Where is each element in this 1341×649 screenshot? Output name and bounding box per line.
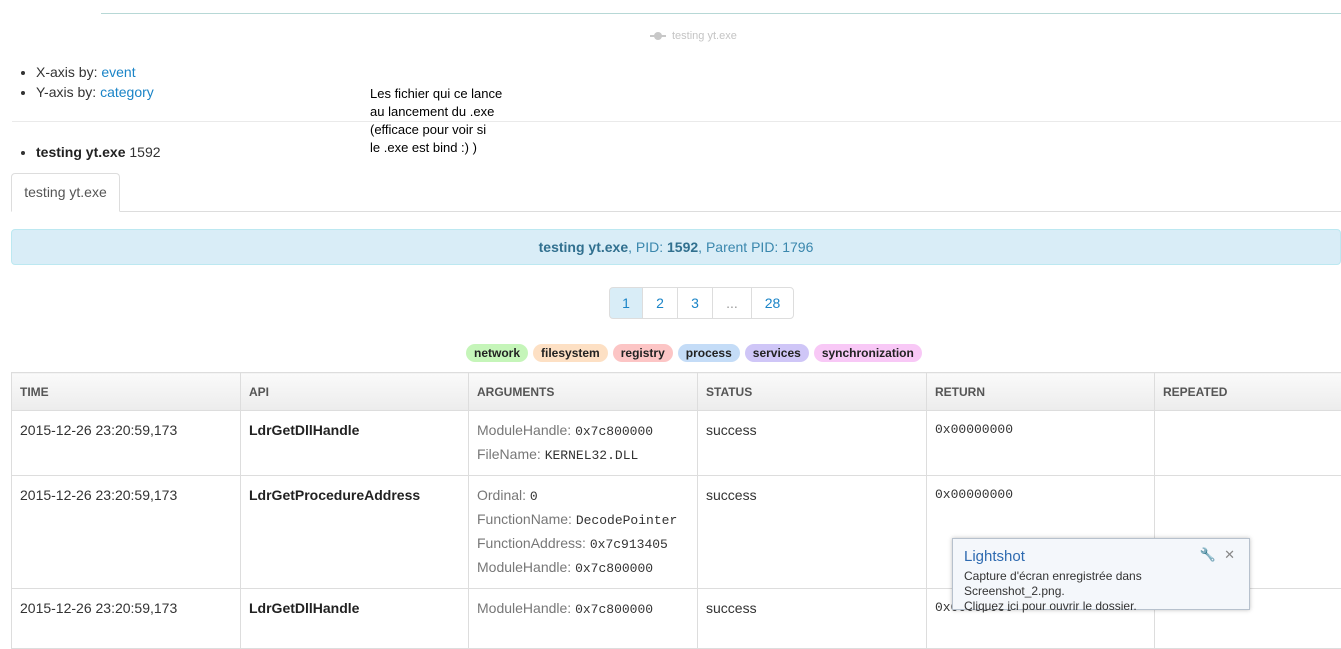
cell-api: LdrGetProcedureAddress xyxy=(241,476,469,589)
argument: FileName: KERNEL32.DLL xyxy=(477,443,689,467)
x-axis-option: X-axis by: event xyxy=(36,62,154,82)
note-line: le .exe est bind :) ) xyxy=(370,139,530,157)
cell-status: success xyxy=(698,476,927,589)
table-header-row: TIME API ARGUMENTS STATUS RETURN REPEATE… xyxy=(12,373,1341,411)
chart-top-border xyxy=(101,13,1341,14)
chart-legend[interactable]: testing yt.exe xyxy=(650,30,737,42)
series-marker-icon xyxy=(650,31,666,41)
cell-repeated xyxy=(1155,411,1341,476)
notification-controls: 🔧 ✕ xyxy=(1200,547,1235,563)
category-process[interactable]: process xyxy=(678,344,740,362)
arg-value: 0x7c800000 xyxy=(575,424,653,439)
cell-arguments: Ordinal: 0 FunctionName: DecodePointer F… xyxy=(469,476,698,589)
argument: FunctionName: DecodePointer xyxy=(477,508,689,532)
arg-key: ModuleHandle: xyxy=(477,422,571,438)
col-time[interactable]: TIME xyxy=(12,373,241,411)
notification-body: Capture d'écran enregistrée dans Screens… xyxy=(964,569,1244,614)
category-filters: network filesystem registry process serv… xyxy=(466,344,922,362)
notification-line: Cliquez ici pour ouvrir le dossier. xyxy=(964,599,1244,614)
y-axis-option: Y-axis by: category xyxy=(36,82,154,102)
category-network[interactable]: network xyxy=(466,344,528,362)
info-pid: 1592 xyxy=(667,239,698,255)
pagination: 1 2 3 ... 28 xyxy=(609,287,794,319)
cell-arguments: ModuleHandle: 0x7c800000 xyxy=(469,589,698,649)
cell-api: LdrGetDllHandle xyxy=(241,589,469,649)
note-line: Les fichier qui ce lance xyxy=(370,85,530,103)
arg-key: ModuleHandle: xyxy=(477,559,571,575)
category-registry[interactable]: registry xyxy=(613,344,673,362)
note-line: (efficace pour voir si xyxy=(370,121,530,139)
info-process-name: testing yt.exe xyxy=(539,239,628,255)
cell-return: 0x00000000 xyxy=(927,411,1155,476)
x-axis-event-link[interactable]: event xyxy=(101,64,135,80)
divider xyxy=(12,121,1341,122)
arg-value: 0 xyxy=(530,489,538,504)
page-28[interactable]: 28 xyxy=(751,287,794,319)
process-list-item: testing yt.exe 1592 xyxy=(36,144,161,160)
category-filesystem[interactable]: filesystem xyxy=(533,344,608,362)
settings-wrench-icon[interactable]: 🔧 xyxy=(1200,547,1216,563)
process-list: testing yt.exe 1592 xyxy=(22,144,161,160)
arg-key: FileName: xyxy=(477,446,541,462)
process-tabs: testing yt.exe xyxy=(11,173,1341,212)
arg-value: 0x7c913405 xyxy=(590,537,668,552)
info-parent-pid: 1796 xyxy=(782,239,813,255)
process-info-bar: testing yt.exe, PID: 1592, Parent PID: 1… xyxy=(11,229,1341,265)
arg-key: ModuleHandle: xyxy=(477,600,571,616)
close-icon[interactable]: ✕ xyxy=(1224,547,1235,563)
page-3[interactable]: 3 xyxy=(677,287,713,319)
argument: Ordinal: 0 xyxy=(477,484,689,508)
col-status[interactable]: STATUS xyxy=(698,373,927,411)
axis-options: X-axis by: event Y-axis by: category xyxy=(22,62,154,102)
arg-key: Ordinal: xyxy=(477,487,526,503)
category-services[interactable]: services xyxy=(745,344,809,362)
x-axis-label: X-axis by: xyxy=(36,64,97,80)
cell-time: 2015-12-26 23:20:59,173 xyxy=(12,589,241,649)
info-parent-label: , Parent PID: xyxy=(698,239,782,255)
argument: ModuleHandle: 0x7c800000 xyxy=(477,556,689,580)
arg-value: 0x7c800000 xyxy=(575,561,653,576)
category-synchronization[interactable]: synchronization xyxy=(814,344,922,362)
cell-api: LdrGetDllHandle xyxy=(241,411,469,476)
cell-arguments: ModuleHandle: 0x7c800000 FileName: KERNE… xyxy=(469,411,698,476)
process-pid: 1592 xyxy=(129,144,160,160)
notification-title: Lightshot xyxy=(964,548,1025,565)
col-api[interactable]: API xyxy=(241,373,469,411)
info-pid-label: , PID: xyxy=(628,239,667,255)
y-axis-category-link[interactable]: category xyxy=(100,84,154,100)
cell-time: 2015-12-26 23:20:59,173 xyxy=(12,411,241,476)
arg-key: FunctionName: xyxy=(477,511,572,527)
cell-status: success xyxy=(698,589,927,649)
argument: ModuleHandle: 0x7c800000 xyxy=(477,419,689,443)
lightshot-notification[interactable]: Lightshot 🔧 ✕ Capture d'écran enregistré… xyxy=(952,538,1250,610)
page-2[interactable]: 2 xyxy=(642,287,678,319)
note-line: au lancement du .exe xyxy=(370,103,530,121)
tab-testing-yt[interactable]: testing yt.exe xyxy=(11,173,120,212)
arg-key: FunctionAddress: xyxy=(477,535,586,551)
process-name: testing yt.exe xyxy=(36,144,125,160)
col-arguments[interactable]: ARGUMENTS xyxy=(469,373,698,411)
page-ellipsis: ... xyxy=(712,287,752,319)
arg-value: 0x7c800000 xyxy=(575,602,653,617)
cell-status: success xyxy=(698,411,927,476)
table-row: 2015-12-26 23:20:59,173 LdrGetDllHandle … xyxy=(12,411,1341,476)
cell-time: 2015-12-26 23:20:59,173 xyxy=(12,476,241,589)
argument: ModuleHandle: 0x7c800000 xyxy=(477,597,689,621)
page-1[interactable]: 1 xyxy=(609,287,643,319)
arg-value: KERNEL32.DLL xyxy=(545,448,639,463)
col-return[interactable]: RETURN xyxy=(927,373,1155,411)
arg-value: DecodePointer xyxy=(576,513,677,528)
legend-series-label: testing yt.exe xyxy=(672,30,737,42)
y-axis-label: Y-axis by: xyxy=(36,84,96,100)
col-repeated[interactable]: REPEATED xyxy=(1155,373,1341,411)
argument: FunctionAddress: 0x7c913405 xyxy=(477,532,689,556)
